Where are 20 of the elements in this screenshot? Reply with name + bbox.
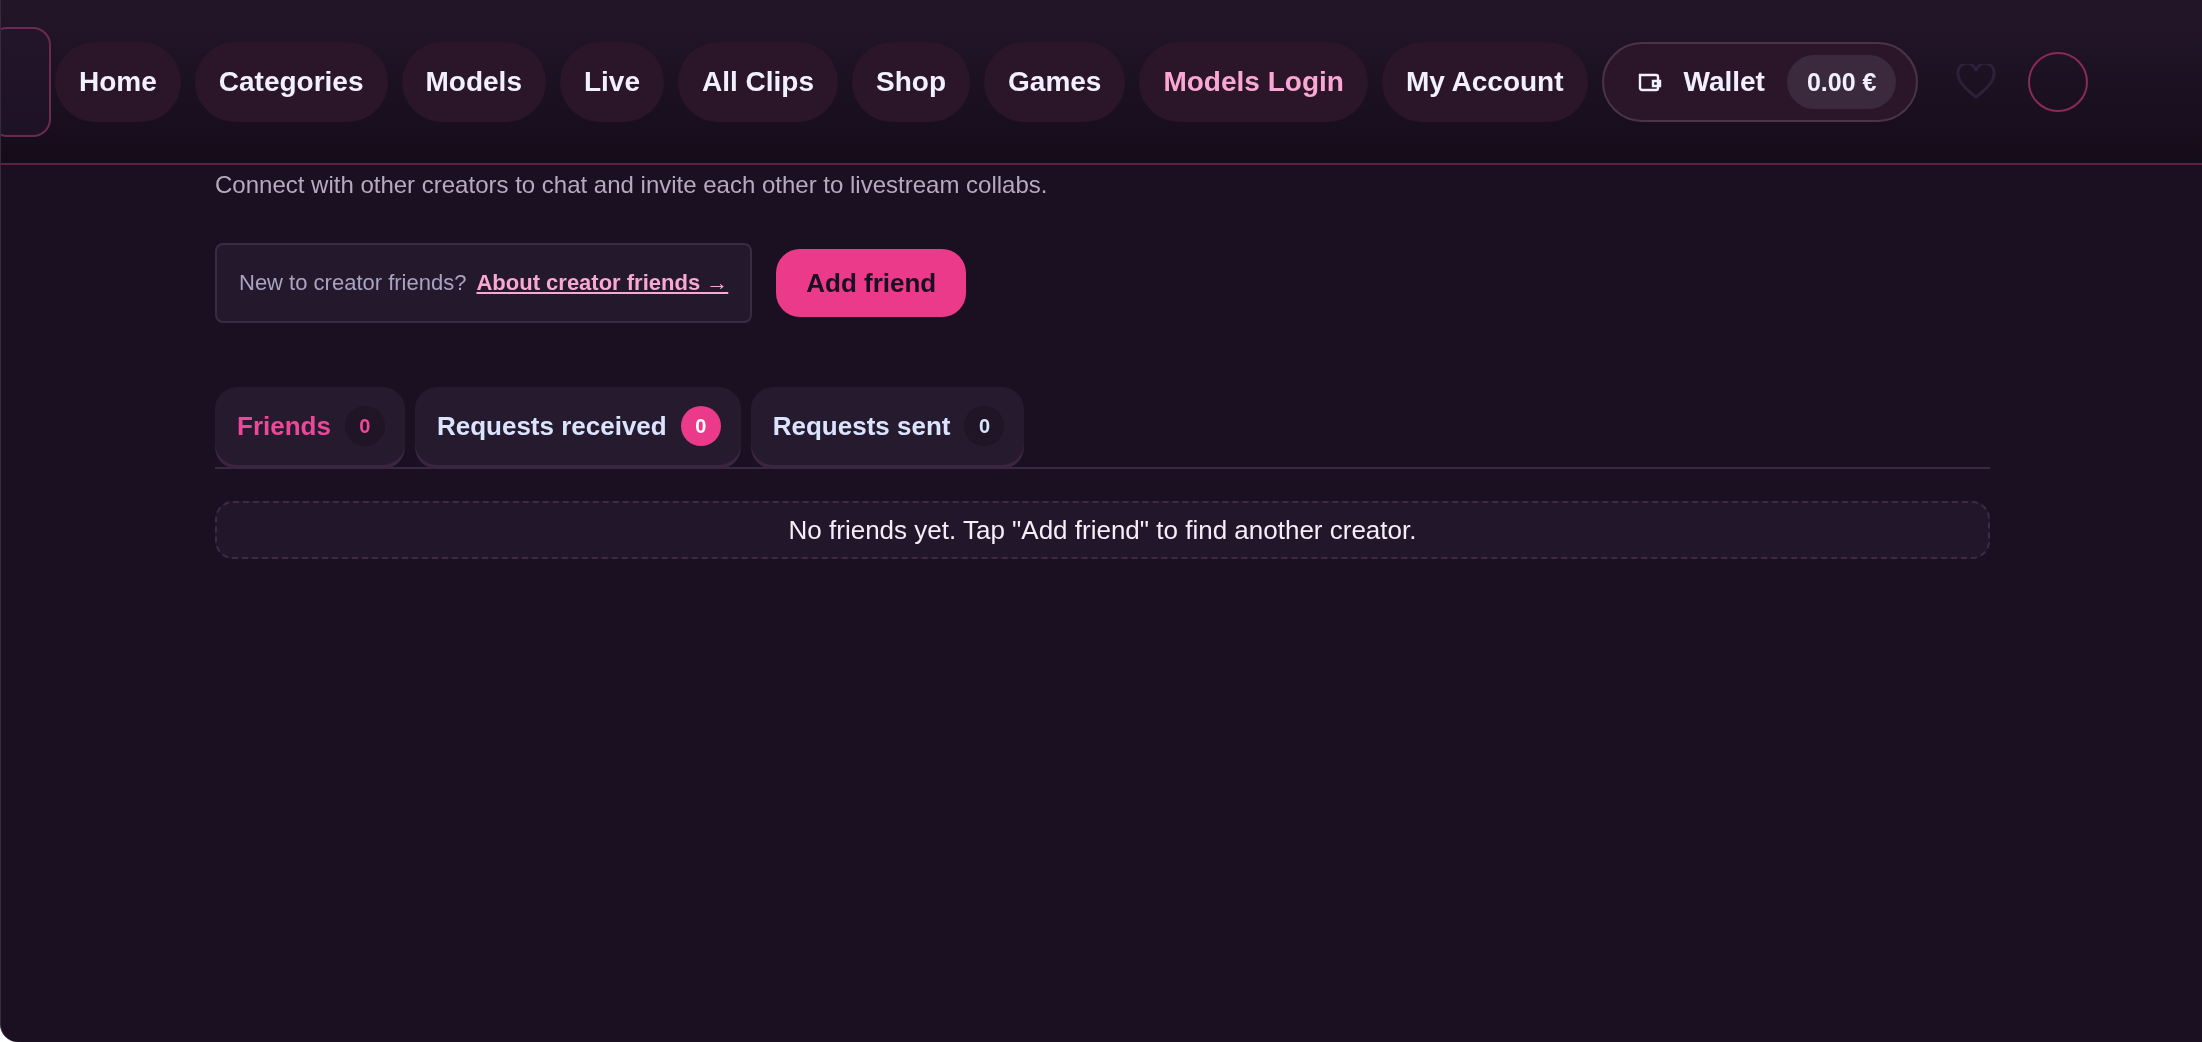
- nav-link[interactable]: Models: [401, 42, 546, 122]
- count-badge: 0: [680, 406, 721, 446]
- page-subtitle: Connect with other creators to chat and invite each other to livestream collabs.: [215, 171, 1049, 199]
- wallet-label: Wallet: [1683, 66, 1765, 98]
- count-badge: 0: [344, 406, 385, 446]
- nav-link[interactable]: Models Login: [1139, 42, 1368, 122]
- nav-link[interactable]: Shop: [852, 42, 971, 122]
- info-text: New to creator friends?: [239, 270, 467, 296]
- nav-link[interactable]: Home: [55, 42, 181, 122]
- empty-state-message: No friends yet. Tap "Add friend" to find another creator.: [215, 501, 1990, 559]
- nav-link[interactable]: All Clips: [678, 42, 839, 122]
- add-friend-button[interactable]: Add friend: [776, 249, 967, 317]
- count-badge: 0: [964, 406, 1005, 446]
- nav-link[interactable]: Live: [560, 42, 664, 122]
- about-link[interactable]: About creator friends →: [476, 270, 729, 296]
- wallet-button[interactable]: Wallet 0.00 €: [1601, 42, 1919, 122]
- nav-link[interactable]: My Account: [1381, 42, 1588, 122]
- wallet-balance: 0.00 €: [1786, 55, 1897, 109]
- nav-link[interactable]: Games: [984, 42, 1126, 122]
- nav-link[interactable]: Categories: [194, 42, 388, 122]
